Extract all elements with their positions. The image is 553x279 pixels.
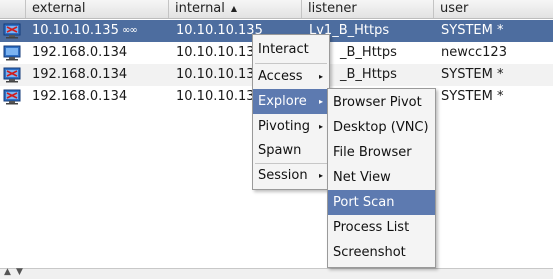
submenu-arrow-icon: ▸: [318, 171, 323, 180]
submenu-arrow-icon: ▸: [318, 97, 323, 106]
icon-column-header[interactable]: [0, 0, 26, 18]
split-pane-divider[interactable]: ▲ ▼: [0, 267, 553, 279]
menu-item-label: Process List: [333, 220, 410, 235]
menu-item-label: Port Scan: [333, 195, 395, 210]
beacon-computer-icon: [3, 45, 21, 61]
column-header-label: internal: [175, 1, 225, 16]
submenu-arrow-icon: ▸: [318, 122, 323, 131]
cell-external: 10.10.10.135: [32, 23, 119, 38]
menu-item-label: Desktop (VNC): [333, 120, 429, 135]
cell-user: SYSTEM *: [441, 23, 504, 38]
menu-item-session[interactable]: Session ▸: [253, 163, 329, 188]
menu-item-label: Interact: [258, 42, 309, 57]
cell-listener: _B_Https: [340, 45, 397, 60]
cell-internal: 10.10.10.13: [176, 89, 255, 104]
column-header-listener[interactable]: listener: [302, 0, 434, 18]
cell-external: 192.168.0.134: [32, 45, 128, 60]
column-header-internal[interactable]: internal ▲: [169, 0, 302, 18]
menu-item-net-view[interactable]: Net View: [328, 165, 435, 190]
menu-item-browser-pivot[interactable]: Browser Pivot: [328, 90, 435, 115]
cell-external: 192.168.0.134: [32, 89, 128, 104]
menu-item-process-list[interactable]: Process List: [328, 215, 435, 240]
expand-down-icon[interactable]: ▼: [16, 267, 23, 277]
menu-item-label: Screenshot: [333, 245, 406, 260]
column-header-user[interactable]: user: [434, 0, 553, 18]
menu-item-label: Access: [258, 69, 303, 84]
beacon-computer-icon: [3, 89, 21, 105]
menu-item-screenshot[interactable]: Screenshot: [328, 240, 435, 265]
cell-listener: _B_Https: [340, 67, 397, 82]
explore-submenu: Browser Pivot Desktop (VNC) File Browser…: [327, 88, 436, 268]
column-header-label: external: [32, 1, 86, 16]
menu-item-label: Pivoting: [258, 119, 311, 134]
menu-item-explore[interactable]: Explore ▸: [253, 89, 329, 114]
beacon-computer-icon: [3, 23, 21, 39]
menu-item-spawn[interactable]: Spawn: [253, 138, 329, 163]
menu-item-file-browser[interactable]: File Browser: [328, 140, 435, 165]
submenu-arrow-icon: ▸: [318, 72, 323, 81]
menu-item-label: Session: [258, 168, 308, 183]
context-menu: Interact Access ▸ Explore ▸ Pivoting ▸ Spaw…: [252, 34, 330, 190]
menu-item-label: Browser Pivot: [333, 95, 422, 110]
column-header-label: listener: [308, 1, 357, 16]
menu-item-port-scan[interactable]: Port Scan: [328, 190, 435, 215]
cell-internal: 10.10.10.135: [176, 23, 263, 38]
menu-item-label: Net View: [333, 170, 391, 185]
column-header-label: user: [440, 1, 469, 16]
column-header-external[interactable]: external: [26, 0, 169, 18]
cell-user: newcc123: [441, 45, 507, 60]
beacon-computer-icon: [3, 67, 21, 83]
menu-item-access[interactable]: Access ▸: [253, 64, 329, 89]
menu-item-label: Explore: [258, 94, 307, 109]
cell-internal: 10.10.10.13: [176, 67, 255, 82]
menu-item-label: Spawn: [258, 143, 302, 158]
menu-item-pivoting[interactable]: Pivoting ▸: [253, 114, 329, 139]
cell-external: 192.168.0.134: [32, 67, 128, 82]
menu-item-desktop-vnc[interactable]: Desktop (VNC): [328, 115, 435, 140]
link-chain-icon: ∞∞: [122, 25, 138, 36]
menu-item-label: File Browser: [333, 145, 412, 160]
cell-internal: 10.10.10.13: [176, 45, 255, 60]
table-header: external internal ▲ listener user: [0, 0, 553, 19]
cell-user: SYSTEM *: [441, 67, 504, 82]
cell-user: SYSTEM *: [441, 89, 504, 104]
expand-up-icon[interactable]: ▲: [4, 267, 11, 277]
menu-item-interact[interactable]: Interact: [253, 37, 329, 62]
sort-ascending-icon: ▲: [230, 4, 238, 13]
